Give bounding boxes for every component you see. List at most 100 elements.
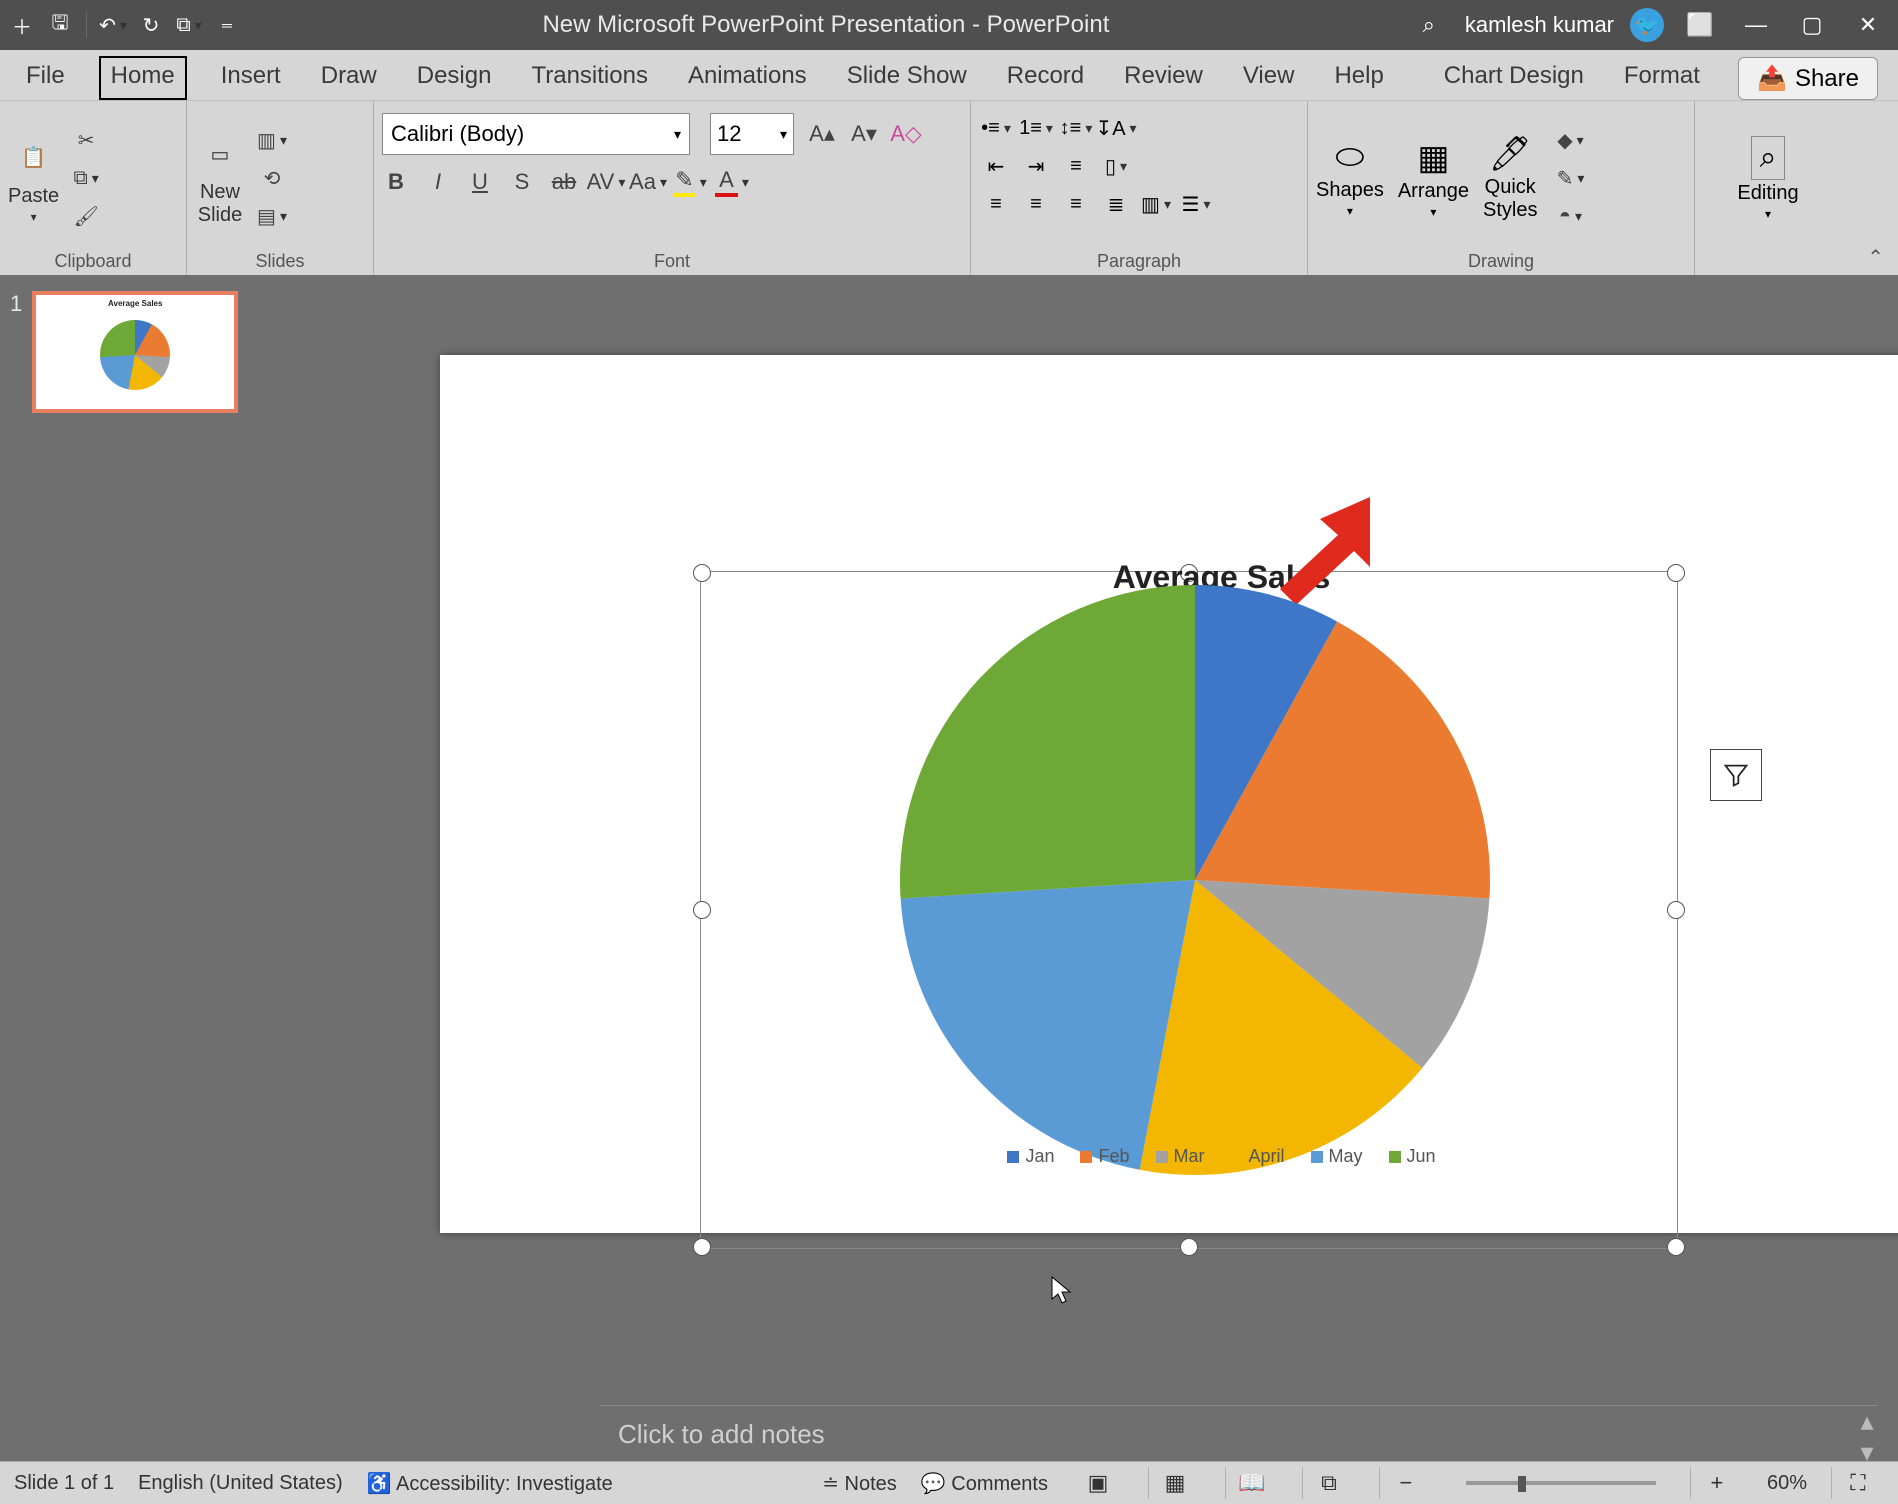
chart-legend[interactable]: Jan Feb Mar April May Jun	[440, 1146, 1898, 1167]
notes-toggle-button[interactable]: ≐ Notes	[822, 1471, 897, 1496]
tab-review[interactable]: Review	[1118, 58, 1209, 100]
collapse-ribbon-icon[interactable]: ⌃	[1867, 245, 1884, 270]
resize-handle-se[interactable]	[1667, 1238, 1685, 1256]
share-button[interactable]: 📤 Share	[1738, 57, 1878, 100]
save-icon[interactable]: 🖫	[44, 9, 76, 41]
clear-formatting-icon[interactable]: A◇	[892, 117, 920, 151]
text-direction-icon[interactable]: ↧A	[1099, 113, 1133, 143]
legend-item-feb[interactable]: Feb	[1080, 1146, 1129, 1167]
tab-chart-design[interactable]: Chart Design	[1438, 58, 1590, 100]
underline-button[interactable]: U	[466, 165, 494, 199]
layout-icon[interactable]: ▥	[253, 123, 291, 157]
tab-draw[interactable]: Draw	[315, 58, 383, 100]
zoom-slider-thumb[interactable]	[1518, 1476, 1526, 1492]
tab-transitions[interactable]: Transitions	[525, 58, 653, 100]
tab-home[interactable]: Home	[99, 56, 187, 100]
tab-view[interactable]: View	[1237, 58, 1301, 100]
zoom-level[interactable]: 60%	[1767, 1472, 1807, 1495]
shape-outline-icon[interactable]: ✎	[1551, 161, 1589, 195]
slide-sorter-view-icon[interactable]: ▦	[1148, 1467, 1201, 1499]
align-text-icon[interactable]: ▯	[1099, 151, 1133, 181]
smartart-convert-icon[interactable]: ☰	[1179, 189, 1213, 219]
highlight-color-button[interactable]: ✎	[676, 165, 704, 199]
legend-item-jun[interactable]: Jun	[1389, 1146, 1436, 1167]
minimize-button[interactable]: —	[1736, 5, 1776, 45]
slide-thumbnail-1[interactable]: Average Sales	[32, 291, 238, 413]
italic-button[interactable]: I	[424, 165, 452, 199]
tab-insert[interactable]: Insert	[215, 58, 287, 100]
status-accessibility[interactable]: ♿ Accessibility: Investigate	[367, 1471, 613, 1496]
cut-icon[interactable]: ✂	[67, 123, 105, 157]
resize-handle-sw[interactable]	[693, 1238, 711, 1256]
legend-item-mar[interactable]: Mar	[1156, 1146, 1205, 1167]
font-size-selector[interactable]: 12▾	[710, 113, 794, 155]
font-name-selector[interactable]: Calibri (Body)▾	[382, 113, 690, 155]
search-icon[interactable]: ⌕	[1409, 5, 1449, 45]
shapes-button[interactable]: ⬭ Shapes ▾	[1316, 138, 1384, 218]
outdent-icon[interactable]: ≡	[1059, 151, 1093, 181]
format-painter-icon[interactable]: 🖌	[67, 199, 105, 233]
quick-styles-button[interactable]: 🖊 Quick Styles	[1483, 134, 1537, 222]
align-left-icon[interactable]: ≡	[979, 189, 1013, 219]
scroll-up-icon[interactable]: ▴	[1860, 1406, 1873, 1437]
status-language[interactable]: English (United States)	[138, 1472, 343, 1495]
notes-pane[interactable]: Click to add notes ▴ ▾	[600, 1405, 1878, 1462]
decrease-font-icon[interactable]: A▾	[850, 117, 878, 151]
bullets-icon[interactable]: •≡	[979, 113, 1013, 143]
tab-record[interactable]: Record	[1001, 58, 1090, 100]
numbering-icon[interactable]: 1≡	[1019, 113, 1053, 143]
pie-slice-jun[interactable]	[900, 585, 1195, 899]
tab-help[interactable]: Help	[1328, 58, 1389, 100]
close-button[interactable]: ✕	[1848, 5, 1888, 45]
slideshow-view-icon[interactable]: ⧉	[1302, 1467, 1355, 1499]
copy-icon[interactable]: ⧉	[67, 161, 105, 195]
resize-handle-w[interactable]	[693, 901, 711, 919]
undo-button[interactable]: ↶	[97, 9, 129, 41]
reading-view-icon[interactable]: 📖	[1225, 1467, 1278, 1499]
maximize-button[interactable]: ▢	[1792, 5, 1832, 45]
start-from-beginning-icon[interactable]: ⧉	[173, 9, 205, 41]
ribbon-display-options-icon[interactable]: ⬜	[1680, 5, 1720, 45]
resize-handle-s[interactable]	[1180, 1238, 1198, 1256]
scroll-down-icon[interactable]: ▾	[1860, 1437, 1873, 1462]
font-color-button[interactable]: A	[718, 165, 746, 199]
justify-icon[interactable]: ≣	[1099, 189, 1133, 219]
strikethrough-button[interactable]: ab	[550, 165, 578, 199]
paste-button[interactable]: 📋 Paste ▾	[8, 133, 59, 224]
normal-view-icon[interactable]: ▣	[1072, 1467, 1124, 1499]
zoom-out-button[interactable]: −	[1379, 1467, 1432, 1499]
tab-animations[interactable]: Animations	[682, 58, 813, 100]
new-slide-button[interactable]: ▭ New Slide	[195, 129, 245, 227]
increase-indent-icon[interactable]: ⇥	[1019, 151, 1053, 181]
align-center-icon[interactable]: ≡	[1019, 189, 1053, 219]
legend-item-jan[interactable]: Jan	[1007, 1146, 1054, 1167]
align-right-icon[interactable]: ≡	[1059, 189, 1093, 219]
shape-fill-icon[interactable]: ◆	[1551, 123, 1589, 157]
tab-file[interactable]: File	[20, 58, 71, 100]
decrease-indent-icon[interactable]: ⇤	[979, 151, 1013, 181]
zoom-in-button[interactable]: +	[1690, 1467, 1743, 1499]
user-avatar-icon[interactable]: 🐦	[1630, 8, 1664, 42]
legend-item-april[interactable]: April	[1231, 1146, 1285, 1167]
tab-design[interactable]: Design	[411, 58, 498, 100]
legend-item-may[interactable]: May	[1311, 1146, 1363, 1167]
user-name[interactable]: kamlesh kumar	[1465, 12, 1614, 38]
pie-chart[interactable]	[900, 585, 1490, 1175]
arrange-button[interactable]: ▦ Arrange ▾	[1398, 138, 1469, 219]
editing-button[interactable]: ⌕ Editing ▾	[1737, 136, 1798, 221]
shadow-button[interactable]: S	[508, 165, 536, 199]
tab-format[interactable]: Format	[1618, 58, 1706, 100]
bold-button[interactable]: B	[382, 165, 410, 199]
section-icon[interactable]: ▤	[253, 199, 291, 233]
char-spacing-button[interactable]: AV	[592, 165, 620, 199]
chart-filter-button[interactable]	[1710, 749, 1762, 801]
shape-effects-icon[interactable]: ◓	[1551, 199, 1589, 233]
resize-handle-e[interactable]	[1667, 901, 1685, 919]
fit-to-window-icon[interactable]: ⛶	[1831, 1467, 1884, 1499]
reset-icon[interactable]: ⟲	[253, 161, 291, 195]
redo-button[interactable]: ↻	[135, 9, 167, 41]
customize-qat-icon[interactable]: ═	[211, 9, 243, 41]
slide-canvas[interactable]: Average Sales JanFebMarAprilMayJun	[440, 355, 1898, 1233]
columns-icon[interactable]: ▥	[1139, 189, 1173, 219]
tab-slideshow[interactable]: Slide Show	[841, 58, 973, 100]
